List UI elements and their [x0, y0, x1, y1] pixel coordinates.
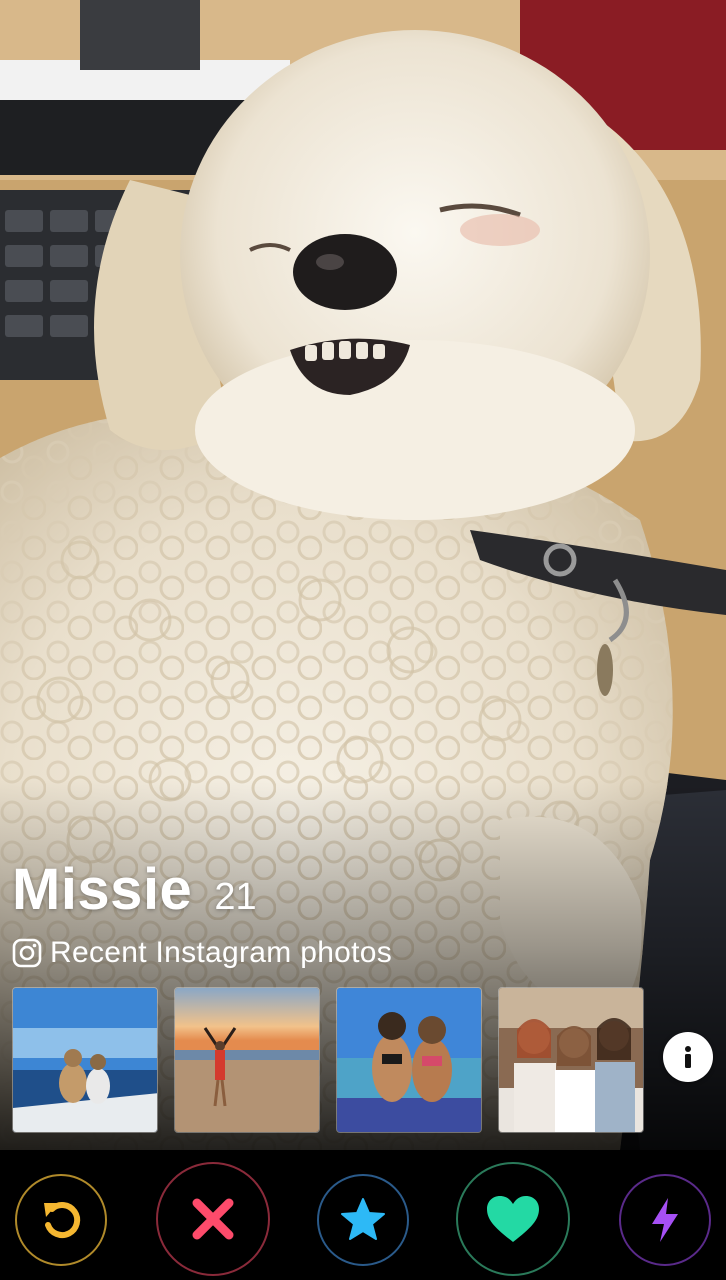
profile-card-screen: Missie 21 Recent Instagram photos	[0, 0, 726, 1280]
boost-button[interactable]	[619, 1174, 711, 1266]
instagram-icon	[12, 938, 42, 968]
rewind-button[interactable]	[15, 1174, 107, 1266]
rewind-icon	[44, 1202, 81, 1239]
instagram-label: Recent Instagram photos	[50, 936, 393, 969]
nope-button[interactable]	[156, 1162, 270, 1276]
star-icon	[341, 1198, 385, 1240]
friends-boat-photo[interactable]	[336, 987, 482, 1133]
close-icon	[192, 1198, 234, 1240]
lightning-icon	[652, 1198, 678, 1242]
profile-photo[interactable]	[0, 0, 726, 1150]
like-button[interactable]	[456, 1162, 570, 1276]
profile-age: 21	[214, 876, 257, 918]
heart-icon	[487, 1196, 539, 1242]
info-button[interactable]	[663, 1032, 713, 1082]
profile-name: Missie	[12, 857, 193, 922]
friends-group-photo[interactable]	[498, 987, 644, 1133]
instagram-section-header: Recent Instagram photos	[12, 936, 392, 970]
sunset-beach-photo[interactable]	[174, 987, 320, 1133]
profile-name-row[interactable]: Missie 21	[12, 856, 257, 923]
action-bar	[0, 1150, 726, 1280]
instagram-thumbnails	[12, 987, 644, 1133]
info-icon	[685, 1046, 691, 1068]
beach-boat-photo[interactable]	[12, 987, 158, 1133]
super-like-button[interactable]	[317, 1174, 409, 1266]
